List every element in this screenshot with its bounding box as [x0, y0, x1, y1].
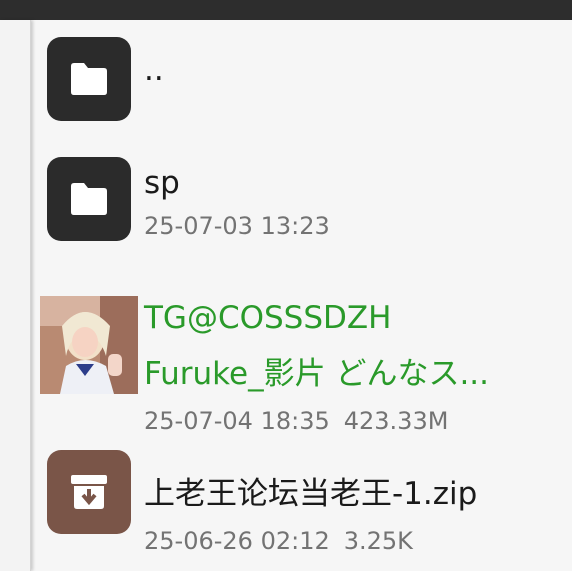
folder-icon — [47, 37, 131, 121]
list-item-folder-sp[interactable]: sp 25-07-03 13:23 — [33, 138, 572, 258]
file-name-line1: TG@COSSSDZH — [144, 300, 392, 336]
archive-icon — [47, 450, 131, 534]
file-meta: 25-07-04 18:35 423.33M — [144, 407, 448, 435]
folder-icon — [47, 157, 131, 241]
file-name-line2: Furuke_影片 どんなス... — [144, 356, 490, 392]
list-item-zip[interactable]: 上老王论坛当老王-1.zip 25-06-26 02:12 3.25K — [33, 432, 572, 571]
side-panel-edge[interactable] — [0, 20, 31, 571]
file-size: 423.33M — [343, 407, 449, 435]
file-size: 3.25K — [343, 527, 413, 555]
list-item-video[interactable]: TG@COSSSDZH Furuke_影片 どんなス... 25-07-04 1… — [33, 278, 572, 435]
status-bar — [0, 0, 572, 20]
file-name: 上老王论坛当老王-1.zip — [144, 476, 478, 512]
list-item-parent-folder[interactable]: .. — [33, 20, 572, 138]
file-meta: 25-07-03 13:23 — [144, 212, 330, 240]
file-name: .. — [144, 52, 164, 88]
file-date: 25-06-26 02:12 — [144, 527, 330, 555]
video-thumbnail — [40, 296, 138, 394]
file-name: sp — [144, 165, 180, 201]
file-meta: 25-06-26 02:12 3.25K — [144, 527, 413, 555]
file-date: 25-07-04 18:35 — [144, 407, 330, 435]
file-date: 25-07-03 13:23 — [144, 212, 330, 240]
file-list: .. sp 25-07-03 13:23 TG@COSSSDZH Furuke_… — [33, 20, 572, 571]
